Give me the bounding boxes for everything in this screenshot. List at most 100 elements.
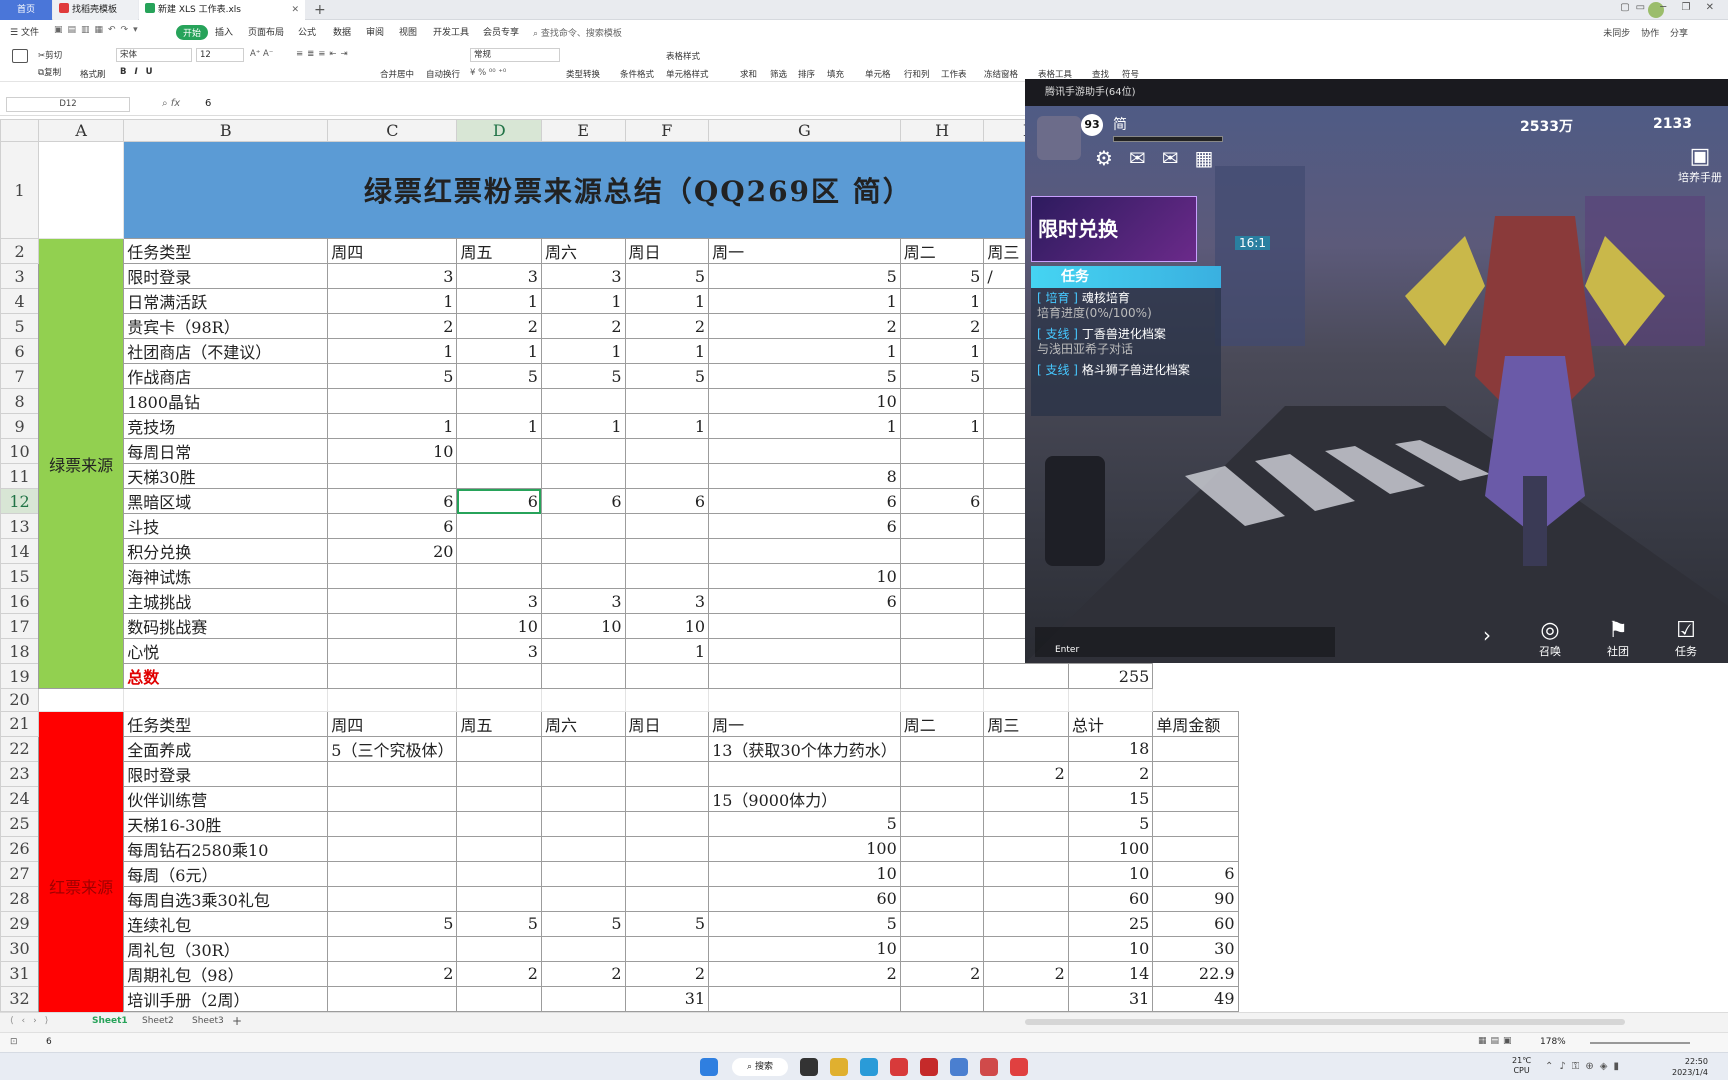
menu-insert[interactable]: 插入 [215,25,233,38]
value-cell[interactable] [456,885,542,912]
row-header-23[interactable]: 23 [0,760,40,787]
row-header-28[interactable]: 28 [0,885,40,912]
column-header-A[interactable]: A [38,119,125,142]
copy-button[interactable]: ⧉复制 [38,66,61,78]
header-cell[interactable]: 周二 [899,710,985,737]
value-cell[interactable] [327,638,458,664]
row-header-12[interactable]: 12 [0,488,40,514]
empty-cell[interactable] [624,663,710,689]
value-cell[interactable] [899,463,985,489]
value-cell[interactable] [899,910,985,937]
sheet-nav-icons[interactable]: ⟨‹›⟩ [10,1016,56,1026]
value-cell[interactable] [983,910,1069,937]
task-name-cell[interactable]: 限时登录 [123,263,329,289]
row-header-24[interactable]: 24 [0,785,40,812]
cell-style-button[interactable]: 单元格样式 [666,68,709,80]
task-name-cell[interactable]: 心悦 [123,638,329,664]
value-cell[interactable]: 6 [540,488,626,514]
sheet-tab-2[interactable]: Sheet2 [142,1016,174,1026]
value-cell[interactable]: 5 [624,910,710,937]
column-header-G[interactable]: G [708,119,901,142]
green-total-label[interactable]: 总数 [123,663,329,689]
value-cell[interactable] [624,760,710,787]
value-cell[interactable]: 1 [456,288,542,314]
value-cell[interactable] [899,760,985,787]
wrap-button[interactable]: 自动换行 [426,68,460,80]
value-cell[interactable]: 49 [1152,985,1239,1012]
value-cell[interactable] [899,638,985,664]
value-cell[interactable]: 10 [708,388,901,414]
column-header-E[interactable]: E [540,119,626,142]
clock[interactable]: 22:50 2023/1/4 [1672,1056,1708,1078]
header-cell[interactable]: 单周金额 [1152,710,1239,737]
folder-icon[interactable] [830,1058,848,1076]
row-header-1[interactable]: 1 [0,141,40,239]
value-cell[interactable]: 1 [540,338,626,364]
taskbar-search[interactable]: ⌕ 搜索 [732,1058,788,1076]
header-cell[interactable]: 周六 [540,710,626,737]
row-header-29[interactable]: 29 [0,910,40,937]
value-cell[interactable]: 1 [540,288,626,314]
menu-review[interactable]: 审阅 [366,25,384,38]
row-header-2[interactable]: 2 [0,238,40,264]
value-cell[interactable] [327,885,458,912]
value-cell[interactable] [540,785,626,812]
chevron-right-icon[interactable]: › [1483,623,1491,647]
value-cell[interactable] [540,513,626,539]
empty-cell[interactable] [899,663,985,689]
value-cell[interactable] [327,588,458,614]
horizontal-scrollbar[interactable] [1025,1019,1625,1025]
value-cell[interactable]: 30 [1152,935,1239,962]
empty-cell[interactable] [1067,688,1154,712]
empty-cell[interactable] [38,688,125,712]
empty-cell[interactable] [540,663,626,689]
value-cell[interactable]: 5 [708,263,901,289]
value-cell[interactable] [540,638,626,664]
menu-file[interactable]: ☰ 文件 [10,25,39,38]
header-cell[interactable]: 周一 [708,710,901,737]
sort-button[interactable]: 排序 [798,68,815,80]
value-cell[interactable]: 6 [708,588,901,614]
value-cell[interactable]: 2 [327,313,458,339]
value-cell[interactable]: 10 [1067,935,1154,962]
task-name-cell[interactable]: 每周（6元） [123,860,329,887]
row-header-15[interactable]: 15 [0,563,40,589]
task-name-cell[interactable]: 每周钻石2580乘10 [123,835,329,862]
value-cell[interactable] [327,760,458,787]
filter-button[interactable]: 筛选 [770,68,787,80]
align-icons[interactable]: ≡≣≡⇤⇥ [296,49,352,59]
value-cell[interactable]: 3 [456,638,542,664]
task-item-3[interactable]: [ 支线 ] 格斗狮子兽进化档案 [1031,360,1221,381]
value-cell[interactable]: 2 [708,960,901,987]
task-name-cell[interactable]: 天梯30胜 [123,463,329,489]
task-name-cell[interactable]: 贵宾卡（98R） [123,313,329,339]
green-total-value[interactable]: 255 [1067,663,1154,689]
column-header-D[interactable]: D [456,119,542,142]
empty-cell[interactable] [456,663,542,689]
value-cell[interactable]: 1 [624,288,710,314]
menu-member[interactable]: 会员专享 [483,25,519,38]
value-cell[interactable]: 2 [708,313,901,339]
red-source-label[interactable]: 红票来源 [38,710,125,1012]
value-cell[interactable]: 3 [456,263,542,289]
value-cell[interactable]: 2 [540,960,626,987]
chat-bar[interactable]: Enter [1035,627,1335,657]
row-header-25[interactable]: 25 [0,810,40,837]
value-cell[interactable] [983,885,1069,912]
value-cell[interactable]: 2 [983,760,1069,787]
font-grow-icons[interactable]: A⁺ A⁻ [250,49,273,59]
value-cell[interactable] [899,613,985,639]
row-header-14[interactable]: 14 [0,538,40,564]
value-cell[interactable] [983,860,1069,887]
value-cell[interactable]: 2 [456,313,542,339]
green-source-label[interactable]: 绿票来源 [38,238,125,689]
value-cell[interactable] [983,935,1069,962]
header-cell[interactable]: 周一 [708,238,901,264]
value-cell[interactable]: 1 [708,338,901,364]
value-cell[interactable] [327,563,458,589]
value-cell[interactable]: 10 [708,563,901,589]
value-cell[interactable] [899,860,985,887]
empty-cell[interactable] [540,688,626,712]
cell-button[interactable]: 单元格 [865,68,891,80]
task-name-cell[interactable]: 社团商店（不建议） [123,338,329,364]
